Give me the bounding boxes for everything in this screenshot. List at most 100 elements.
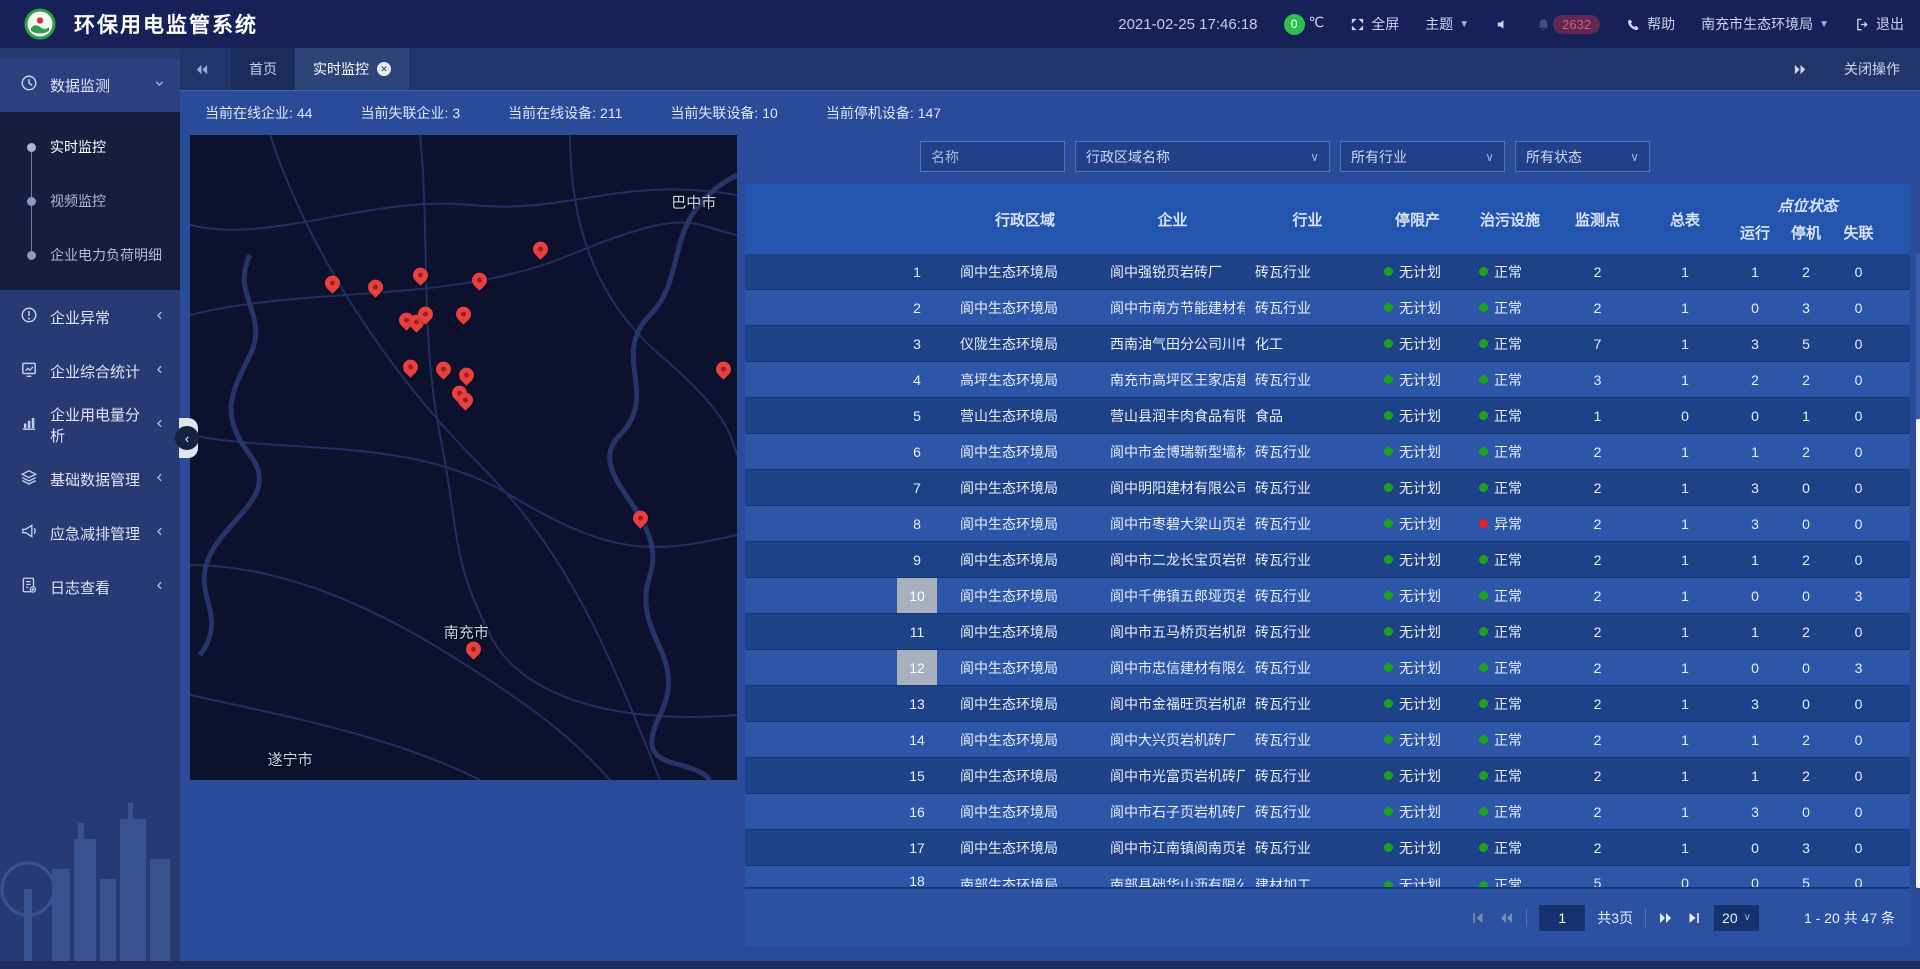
bullet-dot-icon xyxy=(27,143,36,152)
map-pin[interactable] xyxy=(418,307,434,329)
prev-page-button[interactable] xyxy=(1498,910,1514,926)
cell-company: 南充市高坪区王家店建 xyxy=(1100,370,1245,390)
sidebar-item-enterprise-abnormal[interactable]: 企业异常 xyxy=(0,290,180,344)
last-page-button[interactable] xyxy=(1686,910,1702,926)
page-size-select[interactable]: 20∨ xyxy=(1714,905,1759,931)
table-row[interactable]: 15阆中生态环境局阆中市光富页岩机砖厂砖瓦行业无计划正常21120 xyxy=(745,758,1910,794)
sidebar-item-data-monitoring[interactable]: 数据监测 xyxy=(0,58,180,112)
tab-scroll-right-button[interactable] xyxy=(1779,62,1822,77)
point-status-group-label: 点位状态 xyxy=(1730,195,1885,222)
map-pin[interactable] xyxy=(716,361,732,383)
table-row[interactable]: 16阆中生态环境局阆中市石子页岩机砖厂砖瓦行业无计划正常21300 xyxy=(745,794,1910,830)
map-pin[interactable] xyxy=(436,362,452,384)
table-scrollbar-thumb[interactable] xyxy=(1916,419,1920,888)
table-row[interactable]: 17阆中生态环境局阆中市江南镇阆南页岩砖瓦行业无计划正常21030 xyxy=(745,830,1910,866)
table-row[interactable]: 13阆中生态环境局阆中市金福旺页岩机砖砖瓦行业无计划正常21300 xyxy=(745,686,1910,722)
chevron-left-icon xyxy=(153,525,166,542)
table-row[interactable]: 14阆中生态环境局阆中大兴页岩机砖厂砖瓦行业无计划正常21120 xyxy=(745,722,1910,758)
table-row[interactable]: 9阆中生态环境局阆中市二龙长宝页岩砖砖瓦行业无计划正常21120 xyxy=(745,542,1910,578)
cell-index: 4 xyxy=(745,362,950,397)
fullscreen-button[interactable]: 全屏 xyxy=(1350,14,1399,34)
region-filter-select[interactable]: 行政区域名称∨ xyxy=(1075,141,1330,172)
cell-disconnected: 0 xyxy=(1832,336,1885,352)
double-chevron-left-icon xyxy=(194,62,209,77)
row-index: 8 xyxy=(897,506,937,541)
chart-icon xyxy=(20,414,38,436)
map-pin[interactable] xyxy=(466,642,482,664)
table-row[interactable]: 18南部生态环境局南部县础华山沥有限公建材加工无计划正常50050 xyxy=(745,866,1910,888)
table-row[interactable]: 11阆中生态环境局阆中市五马桥页岩机砖砖瓦行业无计划正常21120 xyxy=(745,614,1910,650)
notification-button[interactable]: 2632 xyxy=(1536,15,1600,34)
sidebar-subitem-power-load-detail[interactable]: 企业电力负荷明细 xyxy=(0,228,180,282)
table-scrollbar-track xyxy=(1916,254,1920,888)
table-row[interactable]: 12阆中生态环境局阆中市忠信建材有限公砖瓦行业无计划正常21003 xyxy=(745,650,1910,686)
fullscreen-icon xyxy=(1350,17,1365,32)
status-dot-icon xyxy=(1384,411,1393,420)
first-page-button[interactable] xyxy=(1470,910,1486,926)
theme-dropdown[interactable]: 主题▼ xyxy=(1425,14,1469,34)
table-row[interactable]: 2阆中生态环境局阆中市南方节能建材有砖瓦行业无计划正常21030 xyxy=(745,290,1910,326)
sidebar-subitem-realtime-monitoring[interactable]: 实时监控 xyxy=(0,120,180,174)
map-pin[interactable] xyxy=(368,279,384,301)
help-button[interactable]: 帮助 xyxy=(1626,14,1675,34)
sidebar-item-log-view[interactable]: 日志查看 xyxy=(0,560,180,614)
speaker-icon xyxy=(1495,17,1510,32)
row-index: 5 xyxy=(897,398,937,433)
cell-pollution-facility: 正常 xyxy=(1465,802,1555,822)
cell-stopped: 5 xyxy=(1780,336,1832,352)
organization-dropdown[interactable]: 南充市生态环境局▼ xyxy=(1701,14,1829,34)
status-dot-icon xyxy=(1479,771,1488,780)
status-dot-icon xyxy=(1384,447,1393,456)
logout-button[interactable]: 退出 xyxy=(1855,14,1904,34)
table-row[interactable]: 7阆中生态环境局阆中明阳建材有限公司砖瓦行业无计划正常21300 xyxy=(745,470,1910,506)
sidebar-subitem-video-monitoring[interactable]: 视频监控 xyxy=(0,174,180,228)
sidebar-collapse-handle[interactable]: ‹ xyxy=(179,418,198,458)
cell-total-meter: 0 xyxy=(1640,866,1730,888)
cell-pollution-facility: 异常 xyxy=(1465,514,1555,534)
cell-stopped: 0 xyxy=(1780,804,1832,820)
cell-disconnected: 0 xyxy=(1832,804,1885,820)
cell-disconnected: 0 xyxy=(1832,480,1885,496)
tab-scroll-left-button[interactable] xyxy=(180,48,223,90)
table-row[interactable]: 4高坪生态环境局南充市高坪区王家店建砖瓦行业无计划正常31220 xyxy=(745,362,1910,398)
map-pin[interactable] xyxy=(403,359,419,381)
status-filter-select[interactable]: 所有状态∨ xyxy=(1515,141,1650,172)
table-row[interactable]: 5营山生态环境局营山县润丰肉食品有限食品无计划正常10010 xyxy=(745,398,1910,434)
map-pin[interactable] xyxy=(325,276,341,298)
sidebar-item-base-data-management[interactable]: 基础数据管理 xyxy=(0,452,180,506)
industry-filter-select[interactable]: 所有行业∨ xyxy=(1340,141,1505,172)
cell-stopped: 1 xyxy=(1780,408,1832,424)
map-pin[interactable] xyxy=(472,272,488,294)
map-pin[interactable] xyxy=(413,267,429,289)
map-pin[interactable] xyxy=(458,393,474,415)
table-row[interactable]: 10阆中生态环境局阆中千佛镇五郎垭页岩砖瓦行业无计划正常21003 xyxy=(745,578,1910,614)
cell-company: 阆中市金博瑞新型墙材 xyxy=(1100,442,1245,462)
table-row[interactable]: 1阆中生态环境局阆中强锐页岩砖厂砖瓦行业无计划正常21120 xyxy=(745,254,1910,290)
tab-home[interactable]: 首页 xyxy=(231,48,295,90)
cell-industry: 砖瓦行业 xyxy=(1245,766,1370,786)
tab-realtime-monitoring[interactable]: 实时监控✕ xyxy=(295,48,409,90)
page-number-input[interactable] xyxy=(1539,905,1585,931)
pin-icon xyxy=(365,276,386,297)
table-row[interactable]: 6阆中生态环境局阆中市金博瑞新型墙材砖瓦行业无计划正常21120 xyxy=(745,434,1910,470)
stat-value: 211 xyxy=(600,105,622,121)
map-pin[interactable] xyxy=(456,307,472,329)
close-operations-button[interactable]: 关闭操作 xyxy=(1844,59,1900,79)
cell-disconnected: 0 xyxy=(1832,840,1885,856)
next-page-button[interactable] xyxy=(1658,910,1674,926)
mute-button[interactable] xyxy=(1495,17,1510,32)
sidebar-item-emergency-reduction[interactable]: 应急减排管理 xyxy=(0,506,180,560)
table-row[interactable]: 3仪陇生态环境局西南油气田分公司川中化工无计划正常71350 xyxy=(745,326,1910,362)
brand: 环保用电监管系统 xyxy=(24,8,258,40)
stat-online-companies: 当前在线企业:44 xyxy=(205,103,312,123)
map[interactable]: 巴中市南充市遂宁市 xyxy=(190,135,737,780)
table-row[interactable]: 8阆中生态环境局阆中市枣碧大梁山页岩砖瓦行业无计划异常21300 xyxy=(745,506,1910,542)
name-filter-input[interactable] xyxy=(920,141,1065,172)
sidebar-item-enterprise-statistics[interactable]: 企业综合统计 xyxy=(0,344,180,398)
map-pin[interactable] xyxy=(533,241,549,263)
top-header: 环保用电监管系统 2021-02-25 17:46:18 0 ℃ 全屏 主题▼ xyxy=(0,0,1920,48)
cell-region: 阆中生态环境局 xyxy=(950,730,1100,750)
close-icon[interactable]: ✕ xyxy=(377,62,391,76)
sidebar-item-power-usage-analysis[interactable]: 企业用电量分析 xyxy=(0,398,180,452)
map-pin[interactable] xyxy=(633,511,649,533)
